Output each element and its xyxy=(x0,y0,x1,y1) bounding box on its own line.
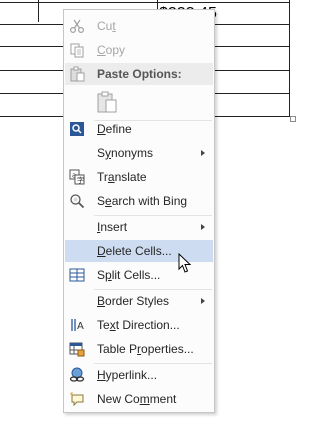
menu-item-label: Split Cells... xyxy=(97,268,161,282)
search-bing-icon xyxy=(70,194,85,209)
copy-icon xyxy=(70,43,84,58)
submenu-arrow-icon xyxy=(201,150,205,156)
split-cells-icon xyxy=(69,268,85,282)
menu-item-label: Define xyxy=(97,122,132,136)
clipboard-paste-icon xyxy=(97,91,117,113)
translate-icon: a 字 xyxy=(69,169,85,185)
menu-item-label: Table Properties... xyxy=(97,342,194,356)
menu-item-label: Translate xyxy=(97,170,147,184)
paste-keep-text-button[interactable] xyxy=(95,90,119,114)
new-comment-icon xyxy=(70,392,84,407)
define-icon xyxy=(70,122,84,136)
menu-item-label: Border Styles xyxy=(97,294,170,308)
table-border xyxy=(0,2,290,3)
svg-text:字: 字 xyxy=(77,176,84,185)
paste-options-header: Paste Options: xyxy=(65,63,213,85)
menu-item-table-properties[interactable]: Table Properties... xyxy=(65,338,213,360)
menu-item-label: Synonyms xyxy=(97,146,154,160)
clipboard-icon xyxy=(70,66,85,82)
table-border xyxy=(38,0,39,22)
scissors-icon xyxy=(69,19,85,34)
submenu-arrow-icon xyxy=(201,298,205,304)
menu-item-label: Text Direction... xyxy=(97,318,180,332)
paste-options-label: Paste Options: xyxy=(97,67,182,81)
menu-item-insert[interactable]: Insert xyxy=(65,216,213,238)
menu-item-label: Cut xyxy=(97,19,116,33)
menu-item-hyperlink[interactable]: Hyperlink... xyxy=(65,364,213,386)
hyperlink-icon xyxy=(69,367,85,382)
menu-item-copy[interactable]: Copy xyxy=(65,39,213,61)
table-border xyxy=(289,0,290,117)
menu-item-label: Insert xyxy=(97,220,128,234)
menu-item-translate[interactable]: a 字 Translate xyxy=(65,166,213,188)
submenu-arrow-icon xyxy=(201,224,205,230)
menu-item-label: Copy xyxy=(97,43,126,57)
svg-text:A: A xyxy=(77,321,84,332)
menu-item-define[interactable]: Define xyxy=(65,118,213,140)
mouse-pointer-icon xyxy=(178,253,192,273)
menu-item-search-with-bing[interactable]: Search with Bing xyxy=(65,190,213,212)
menu-item-synonyms[interactable]: Synonyms xyxy=(65,142,213,164)
menu-item-label: Hyperlink... xyxy=(97,368,158,382)
menu-item-label: New Comment xyxy=(97,392,177,406)
text-direction-icon: A xyxy=(71,319,84,332)
menu-item-label: Delete Cells... xyxy=(97,244,172,258)
menu-item-label: Search with Bing xyxy=(97,194,188,208)
table-resize-handle[interactable] xyxy=(290,116,296,122)
menu-item-border-styles[interactable]: Border Styles xyxy=(65,290,213,312)
menu-item-cut[interactable]: Cut xyxy=(65,15,213,37)
menu-item-text-direction[interactable]: A Text Direction... xyxy=(65,314,213,336)
table-properties-icon xyxy=(69,342,85,357)
context-menu: Cut Copy Paste Options: Define Synonyms … xyxy=(63,9,215,413)
menu-item-new-comment[interactable]: New Comment xyxy=(65,388,213,410)
